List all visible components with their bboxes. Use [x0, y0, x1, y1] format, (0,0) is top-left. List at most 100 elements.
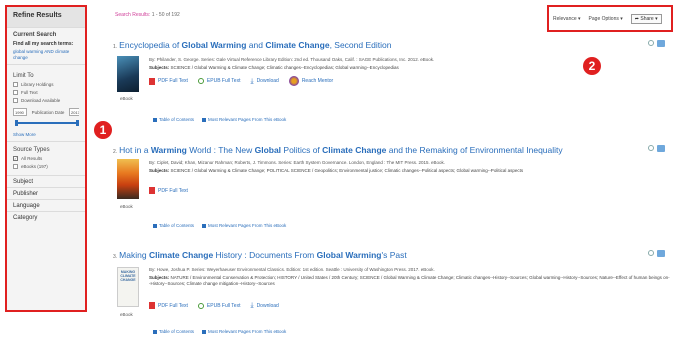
share-icon: ➦: [634, 15, 639, 22]
search-terms-link[interactable]: global warming AND climate change: [13, 49, 79, 60]
result-sub-links: Table of Contents Most Relevant Pages Fr…: [153, 329, 294, 334]
add-to-folder-icon[interactable]: [657, 145, 665, 152]
result-actions: [645, 145, 665, 152]
results-range: 1 - 50 of 192: [151, 12, 180, 18]
add-to-folder-icon[interactable]: [657, 250, 665, 257]
checkbox[interactable]: [13, 82, 18, 87]
result-subjects: Subjects: SCIENCE / Global Warming & Cli…: [149, 65, 399, 70]
pdf-icon: [149, 302, 155, 309]
date-range-slider[interactable]: [13, 120, 79, 126]
pdf-full-text-link[interactable]: PDF Full Text: [149, 302, 188, 309]
facet-subject[interactable]: Subject: [7, 175, 85, 187]
table-of-contents-link[interactable]: Table of Contents: [153, 329, 194, 334]
relevant-pages-link[interactable]: Most Relevant Pages From This eBook: [202, 223, 286, 228]
epub-full-text-link[interactable]: EPUB Full Text: [197, 302, 240, 309]
result-links: PDF Full Text EPUB Full Text ⤓ Download: [149, 302, 289, 309]
checkbox[interactable]: [13, 164, 18, 169]
checkbox-checked[interactable]: [13, 156, 18, 161]
relevance-dropdown[interactable]: Relevance ▾: [553, 16, 581, 22]
ebook-type-label: eBook: [120, 312, 133, 317]
preview-icon[interactable]: [648, 145, 654, 151]
toc-icon: [153, 117, 157, 122]
pdf-icon: [149, 77, 155, 85]
toc-icon: [153, 329, 157, 334]
chevron-down-icon: ▾: [620, 15, 623, 22]
limit-option[interactable]: Full Text: [13, 90, 79, 95]
limit-option[interactable]: Library Holdings: [13, 82, 79, 87]
pdf-full-text-link[interactable]: PDF Full Text: [149, 187, 188, 194]
book-cover[interactable]: [117, 56, 139, 92]
checkbox[interactable]: [13, 90, 18, 95]
relevant-pages-link[interactable]: Most Relevant Pages From This eBook: [202, 329, 286, 334]
results-toolbar: Relevance ▾ Page Options ▾ ➦ Share ▾: [547, 5, 673, 32]
facet-category[interactable]: Category: [7, 211, 85, 223]
limit-to-title: Limit To: [13, 73, 34, 79]
book-cover[interactable]: MAKING CLIMATE CHANGE: [117, 267, 139, 307]
refine-results-header: Refine Results: [7, 7, 85, 27]
show-more-link[interactable]: Show More: [13, 132, 79, 137]
epub-icon: [197, 78, 204, 84]
publication-date-label: Publication Date: [31, 109, 65, 115]
result-title-link[interactable]: 1. Encyclopedia of Global Warming and Cli…: [113, 40, 673, 50]
checkbox[interactable]: [13, 98, 18, 103]
results-count: Search Results: 1 - 50 of 192: [115, 12, 180, 18]
table-of-contents-link[interactable]: Table of Contents: [153, 117, 194, 122]
callout-badge-1: 1: [94, 121, 112, 139]
chevron-down-icon: ▾: [655, 15, 658, 22]
preview-icon[interactable]: [648, 250, 654, 256]
result-title-link[interactable]: 2. Hot in a Warming World : The New Globa…: [113, 145, 673, 155]
result-sub-links: Table of Contents Most Relevant Pages Fr…: [153, 117, 294, 122]
source-type-option[interactable]: eBooks (197): [13, 164, 79, 169]
source-type-option[interactable]: All Results: [13, 156, 79, 161]
pages-icon: [202, 117, 207, 122]
result-meta: By: Howe, Joshua P. Series: Weyerhaeuser…: [149, 267, 435, 272]
mentor-icon: [288, 76, 299, 86]
download-icon: ⤓: [250, 77, 254, 85]
chevron-down-icon: ▾: [578, 15, 581, 22]
share-button[interactable]: ➦ Share ▾: [630, 13, 662, 24]
epub-full-text-link[interactable]: EPUB Full Text: [197, 78, 240, 84]
source-types-section: Source Types All Results eBooks (197): [7, 141, 85, 175]
limit-to-section: Limit To Library Holdings Full Text Down…: [7, 64, 85, 141]
toc-icon: [153, 223, 157, 228]
ebook-type-label: eBook: [120, 96, 133, 101]
date-to-input[interactable]: 2017: [69, 108, 79, 116]
result-subjects: Subjects: NATURE / Environmental Conserv…: [149, 275, 670, 286]
cover-title: MAKING CLIMATE CHANGE: [120, 270, 136, 282]
limit-option[interactable]: Download Available: [13, 98, 79, 103]
pdf-icon: [149, 187, 155, 194]
pdf-full-text-link[interactable]: PDF Full Text: [149, 77, 188, 85]
result-item: 1. Encyclopedia of Global Warming and Cli…: [113, 40, 673, 130]
result-item: 2. Hot in a Warming World : The New Globa…: [113, 145, 673, 235]
slider-track: [15, 122, 79, 124]
result-subjects: Subjects: SCIENCE / Global Warming & Cli…: [149, 168, 524, 173]
download-link[interactable]: ⤓ Download: [250, 302, 278, 309]
add-to-folder-icon[interactable]: [657, 40, 665, 47]
epub-icon: [197, 302, 204, 309]
facet-publisher[interactable]: Publisher: [7, 187, 85, 199]
download-icon: ⤓: [250, 302, 254, 309]
download-link[interactable]: ⤓ Download: [250, 78, 278, 85]
result-meta: By: Ciplet, David; Khan, Mizanur Rahman;…: [149, 160, 445, 165]
result-links: PDF Full Text EPUB Full Text ⤓ Download R…: [149, 76, 343, 86]
page-options-dropdown[interactable]: Page Options ▾: [589, 16, 623, 22]
date-from-input[interactable]: 1990: [13, 108, 27, 116]
slider-handle-left[interactable]: [15, 120, 18, 126]
result-meta: By: Philander, S. George. Series: Gale V…: [149, 57, 435, 62]
preview-icon[interactable]: [648, 40, 654, 46]
refine-results-panel: Refine Results Current Search Find all m…: [5, 5, 87, 312]
result-item: 3. Making Climate Change History : Docume…: [113, 250, 673, 341]
reach-mentor-link[interactable]: Reach Mentor: [288, 76, 333, 86]
result-title-link[interactable]: 3. Making Climate Change History : Docume…: [113, 250, 673, 260]
find-all-label: Find all my search terms:: [13, 41, 74, 47]
pages-icon: [202, 329, 207, 334]
result-actions: [645, 40, 665, 47]
slider-handle-right[interactable]: [76, 120, 79, 126]
ebook-type-label: eBook: [120, 204, 133, 209]
facet-language[interactable]: Language: [7, 199, 85, 211]
current-search-section: Current Search Find all my search terms:…: [7, 27, 85, 64]
table-of-contents-link[interactable]: Table of Contents: [153, 223, 194, 228]
relevant-pages-link[interactable]: Most Relevant Pages From This eBook: [202, 117, 286, 122]
book-cover[interactable]: [117, 159, 139, 199]
result-actions: [645, 250, 665, 257]
